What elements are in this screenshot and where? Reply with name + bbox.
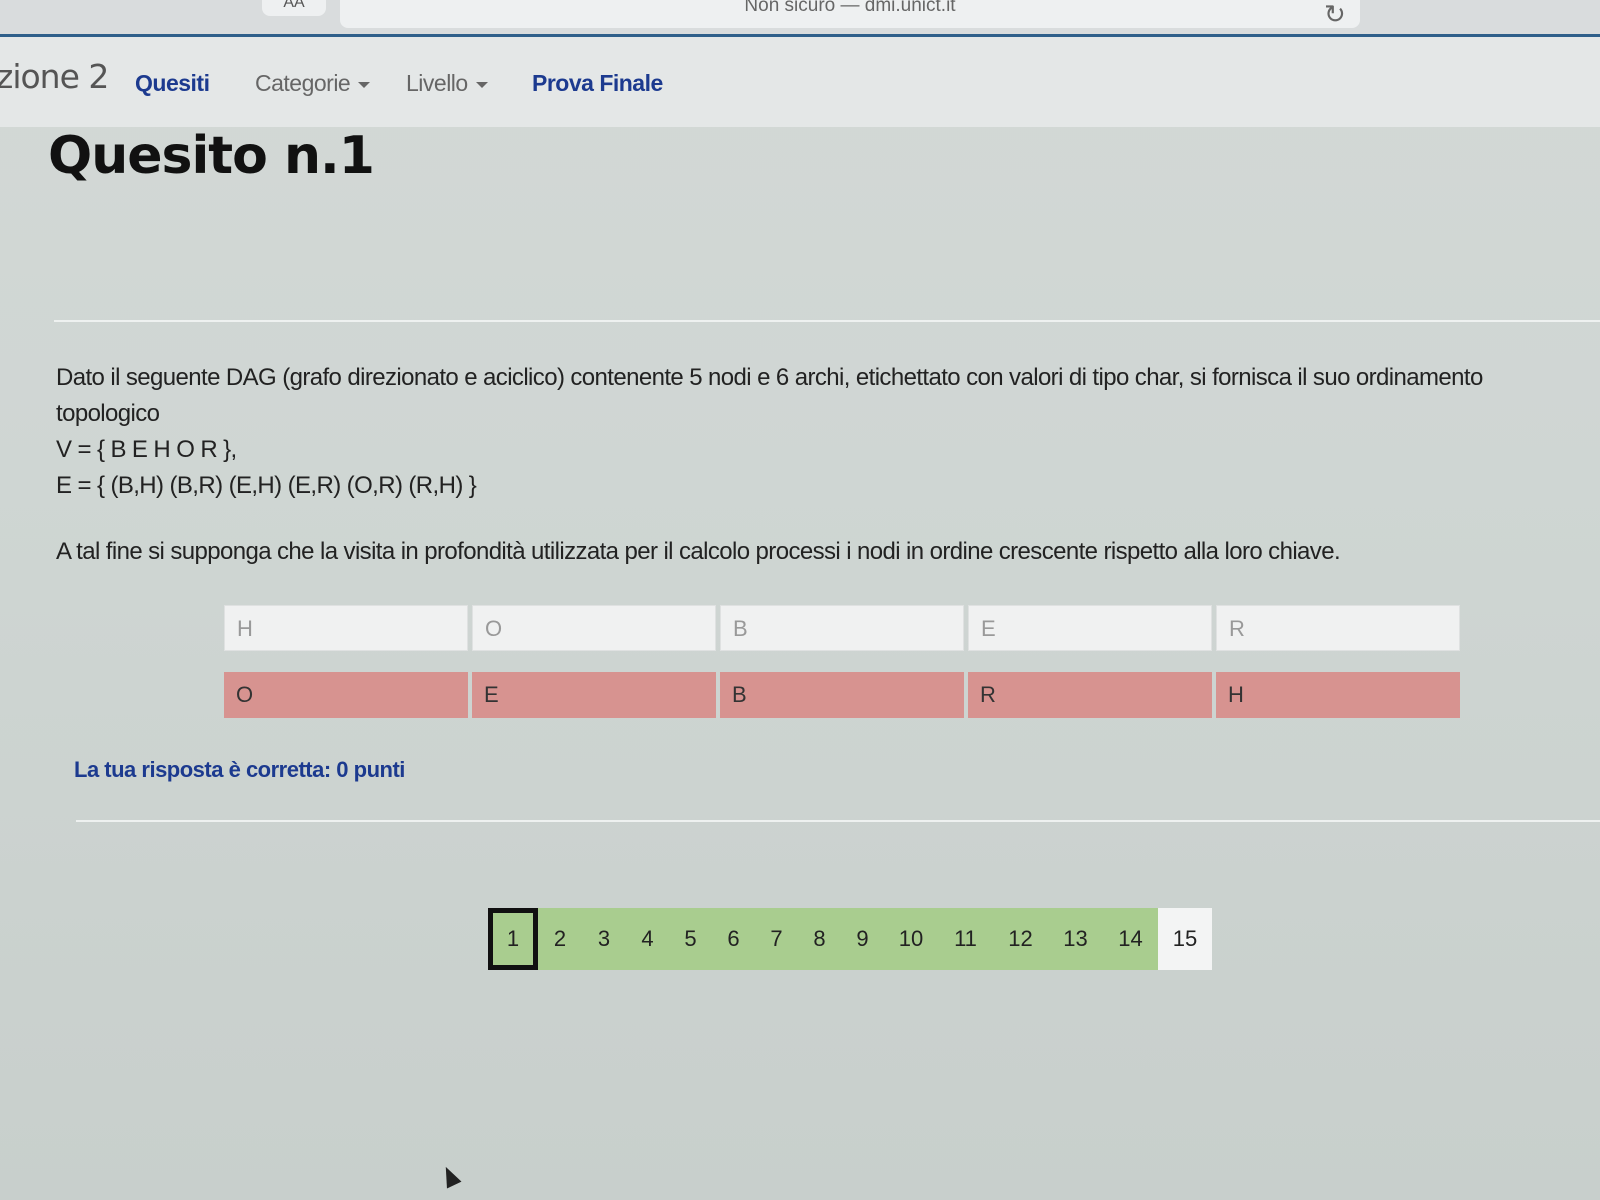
result-feedback: La tua risposta è corretta: 0 punti	[74, 757, 405, 782]
nav-quesiti[interactable]: Quesiti	[135, 70, 210, 97]
user-answer-cell[interactable]: E	[968, 605, 1212, 651]
nav-prova-finale[interactable]: Prova Finale	[532, 70, 663, 97]
address-bar[interactable]: Non sicuro — dmi.unict.it	[340, 0, 1360, 28]
divider	[54, 320, 1600, 322]
page-3-button[interactable]: 3	[582, 908, 626, 970]
top-navbar: zione 2 Quesiti Categorie Livello Prova …	[0, 37, 1600, 127]
page-9-button[interactable]: 9	[841, 908, 884, 970]
caret-down-icon	[475, 81, 488, 88]
site-brand[interactable]: zione 2	[0, 57, 109, 96]
page-15-button[interactable]: 15	[1158, 908, 1212, 970]
solution-cell: O	[224, 672, 468, 718]
question-body: Dato il seguente DAG (grafo direzionato …	[56, 360, 1576, 570]
page-12-button[interactable]: 12	[993, 908, 1048, 970]
question-vertices: V = { B E H O R },	[56, 436, 237, 463]
solution-row: O E B R H	[224, 672, 1464, 718]
page-7-button[interactable]: 7	[755, 908, 798, 970]
nav-categorie-label: Categorie	[255, 70, 351, 96]
solution-cell: B	[720, 672, 964, 718]
user-answer-cell[interactable]: B	[720, 605, 964, 651]
question-note: A tal fine si supponga che la visita in …	[56, 538, 1341, 565]
page-10-button[interactable]: 10	[884, 908, 938, 970]
user-answer-cell[interactable]: H	[224, 605, 468, 651]
question-text: Dato il seguente DAG (grafo direzionato …	[56, 364, 1483, 427]
page-title: Quesito n.1	[48, 126, 375, 186]
reload-icon[interactable]: ↻	[1324, 0, 1346, 28]
page-14-button[interactable]: 14	[1103, 908, 1158, 970]
page-5-button[interactable]: 5	[669, 908, 712, 970]
page-11-button[interactable]: 11	[938, 908, 993, 970]
nav-livello-label: Livello	[406, 70, 468, 96]
page-13-button[interactable]: 13	[1048, 908, 1103, 970]
caret-down-icon	[358, 81, 371, 88]
mouse-cursor-icon	[438, 1163, 462, 1189]
page-4-button[interactable]: 4	[626, 908, 669, 970]
solution-cell: R	[968, 672, 1212, 718]
page-2-button[interactable]: 2	[538, 908, 582, 970]
solution-cell: H	[1216, 672, 1460, 718]
nav-categorie-dropdown[interactable]: Categorie	[255, 70, 371, 97]
divider	[76, 820, 1600, 822]
question-pagination: 1 2 3 4 5 6 7 8 9 10 11 12 13 14 15	[488, 908, 1212, 970]
page-8-button[interactable]: 8	[798, 908, 841, 970]
text-size-button[interactable]: AA	[262, 0, 326, 16]
page-1-button[interactable]: 1	[488, 908, 538, 970]
user-answer-cell[interactable]: R	[1216, 605, 1460, 651]
question-edges: E = { (B,H) (B,R) (E,H) (E,R) (O,R) (R,H…	[56, 472, 477, 499]
page-6-button[interactable]: 6	[712, 908, 755, 970]
nav-livello-dropdown[interactable]: Livello	[406, 70, 488, 97]
user-answer-row: H O B E R	[224, 605, 1464, 651]
solution-cell: E	[472, 672, 716, 718]
user-answer-cell[interactable]: O	[472, 605, 716, 651]
browser-toolbar: AA Non sicuro — dmi.unict.it ↻	[0, 0, 1600, 37]
